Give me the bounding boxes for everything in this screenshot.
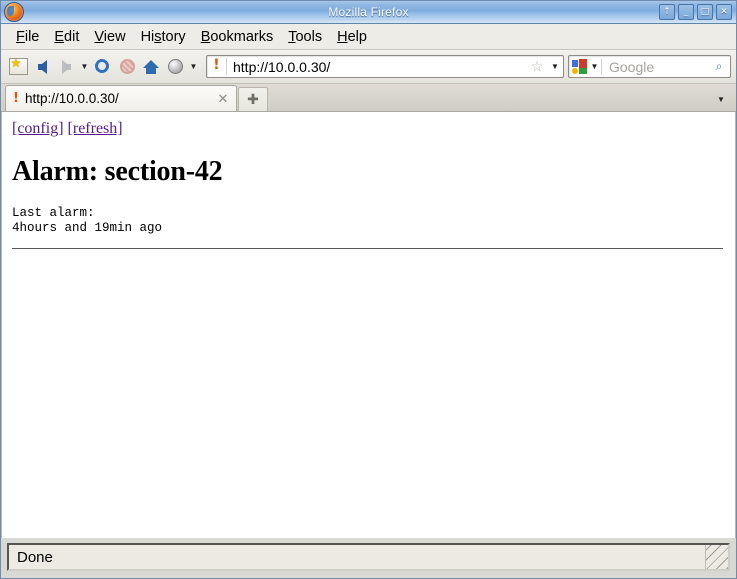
stop-icon[interactable] bbox=[115, 55, 139, 79]
url-favicon-icon: ! bbox=[207, 58, 227, 75]
search-magnifier-icon[interactable]: ⌕ bbox=[708, 59, 730, 74]
page-title: Alarm: section-42 bbox=[12, 156, 223, 187]
menu-edit-accel: E bbox=[54, 28, 65, 45]
menu-edit[interactable]: Edit bbox=[47, 27, 87, 47]
menu-tools[interactable]: Tools bbox=[281, 27, 330, 47]
close-button[interactable]: ✕ bbox=[716, 4, 732, 20]
window-title: Mozilla Firefox bbox=[328, 5, 409, 19]
menu-bookmarks-accel: B bbox=[200, 28, 211, 45]
refresh-link[interactable]: [refresh] bbox=[68, 120, 123, 137]
search-engine-dropdown-icon[interactable]: ▼ bbox=[588, 58, 602, 75]
menu-history-accel: s bbox=[154, 28, 162, 45]
shade-button[interactable]: ↑ bbox=[659, 4, 675, 20]
status-text: Done bbox=[9, 545, 706, 569]
bookmark-page-icon[interactable] bbox=[6, 55, 30, 79]
search-input[interactable]: Google bbox=[602, 59, 708, 75]
config-link[interactable]: [config] bbox=[12, 120, 64, 137]
menu-tools-post: ools bbox=[295, 28, 323, 45]
reload-icon[interactable] bbox=[91, 55, 115, 79]
maximize-button[interactable]: □ bbox=[697, 4, 713, 20]
minimize-button[interactable]: _ bbox=[678, 4, 694, 20]
url-bar[interactable]: ! http://10.0.0.30/ ☆ ▼ bbox=[206, 55, 564, 78]
resize-grip-icon[interactable] bbox=[706, 545, 728, 569]
menu-help-post: elp bbox=[347, 28, 367, 45]
menu-view-accel: V bbox=[94, 28, 104, 45]
home-icon[interactable] bbox=[139, 55, 163, 79]
tab-bar: ! http://10.0.0.30/ ✕ ✚ ▼ bbox=[1, 84, 736, 112]
menu-history-pre: Hi bbox=[140, 28, 155, 45]
tab-active[interactable]: ! http://10.0.0.30/ ✕ bbox=[5, 85, 237, 111]
tab-favicon-icon: ! bbox=[13, 91, 19, 106]
nav-history-dropdown-icon[interactable]: ▼ bbox=[78, 55, 91, 79]
navigation-toolbar: ▼ ▼ ! http://10.0.0.30/ ☆ ▼ ▼ Google ⌕ bbox=[1, 50, 736, 84]
globe-icon[interactable] bbox=[163, 55, 187, 79]
menu-history-post: tory bbox=[161, 28, 186, 45]
new-tab-button[interactable]: ✚ bbox=[238, 87, 268, 111]
tab-list-dropdown-icon[interactable]: ▼ bbox=[709, 87, 733, 111]
page-links: [config] [refresh] bbox=[12, 120, 725, 138]
url-dropdown-icon[interactable]: ▼ bbox=[547, 62, 563, 71]
page-content: [config] [refresh] Alarm: section-42 Las… bbox=[1, 112, 736, 538]
menu-history[interactable]: History bbox=[134, 27, 194, 47]
content-divider bbox=[12, 248, 723, 249]
menu-bookmarks-post: ookmarks bbox=[210, 28, 274, 45]
menu-bookmarks[interactable]: Bookmarks bbox=[194, 27, 282, 47]
menu-edit-post: dit bbox=[64, 28, 80, 45]
last-alarm-text: Last alarm: 4hours and 19min ago bbox=[12, 206, 163, 235]
window-buttons: ↑ _ □ ✕ bbox=[659, 4, 732, 20]
forward-arrow-icon[interactable] bbox=[54, 55, 78, 79]
menu-file-post: ile bbox=[24, 28, 40, 45]
statusbar: Done bbox=[7, 543, 730, 571]
menu-help-accel: H bbox=[337, 28, 348, 45]
menu-file[interactable]: File bbox=[9, 27, 47, 47]
tab-close-icon[interactable]: ✕ bbox=[214, 91, 232, 107]
menubar: File Edit View History Bookmarks Tools H… bbox=[1, 24, 736, 50]
menu-view-post: iew bbox=[103, 28, 126, 45]
window-titlebar: Mozilla Firefox ↑ _ □ ✕ bbox=[1, 1, 736, 24]
menu-view[interactable]: View bbox=[87, 27, 133, 47]
menu-help[interactable]: Help bbox=[330, 27, 375, 47]
url-input[interactable]: http://10.0.0.30/ bbox=[227, 59, 527, 75]
search-bar[interactable]: ▼ Google ⌕ bbox=[568, 55, 731, 78]
tab-label: http://10.0.0.30/ bbox=[24, 91, 119, 106]
google-logo-icon bbox=[572, 59, 588, 74]
bookmark-star-icon[interactable]: ☆ bbox=[527, 58, 547, 75]
firefox-window: Mozilla Firefox ↑ _ □ ✕ File Edit View H… bbox=[0, 0, 737, 579]
back-arrow-icon[interactable] bbox=[30, 55, 54, 79]
firefox-logo-icon bbox=[4, 2, 24, 22]
statusbar-container: Done bbox=[1, 538, 736, 577]
menu-file-accel: F bbox=[16, 28, 25, 45]
globe-dropdown-icon[interactable]: ▼ bbox=[187, 55, 200, 79]
